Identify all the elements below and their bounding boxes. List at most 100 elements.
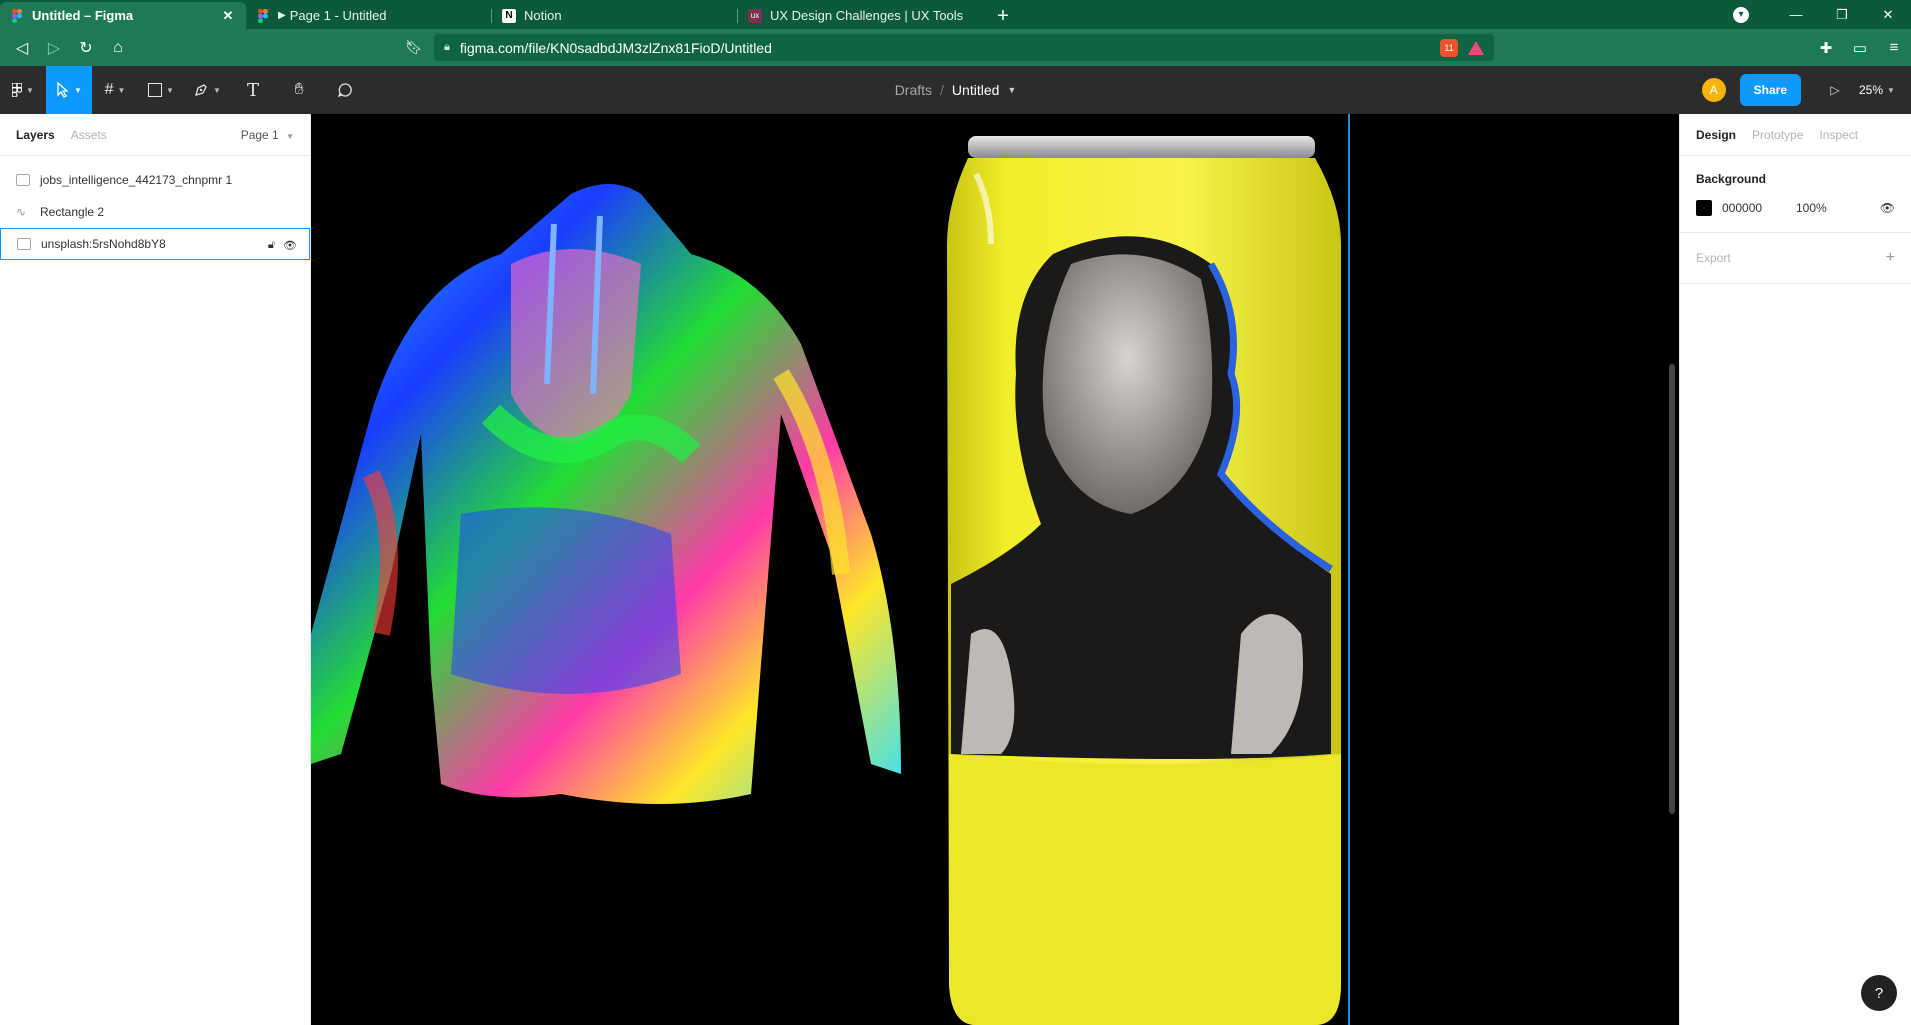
soda-can-image[interactable] [947, 136, 1341, 1025]
avatar[interactable]: A [1701, 78, 1726, 102]
breadcrumb-separator: / [940, 82, 944, 98]
breadcrumb-folder[interactable]: Drafts [895, 82, 932, 98]
minimize-icon[interactable]: — [1773, 7, 1819, 22]
new-tab-button[interactable]: + [990, 3, 1016, 29]
background-section: Background 000000 100% 👁︎ [1680, 156, 1911, 233]
figma-toolbar: ▼ ▼ # ▼ ▼ ▼ T ✋︎ Drafts / Untitled ▼ A S… [0, 66, 1911, 114]
play-icon: ▶ [278, 10, 286, 21]
browser-tab-figma-page1[interactable]: ▶ Page 1 - Untitled [246, 2, 492, 29]
forward-icon[interactable]: ▷ [38, 32, 70, 64]
tab-assets[interactable]: Assets [71, 128, 107, 142]
back-icon[interactable]: ◁ [6, 32, 38, 64]
tab-design[interactable]: Design [1696, 128, 1736, 142]
zoom-menu[interactable]: 25% ▼ [1859, 83, 1911, 97]
figma-icon [256, 8, 270, 23]
vector-layer-icon: ∿ [16, 205, 27, 219]
tab-title: Notion [524, 8, 562, 23]
profile-menu-icon[interactable]: ▾ [1733, 6, 1749, 23]
page-name: Page 1 [240, 127, 279, 142]
chevron-down-icon: ▼ [117, 85, 126, 95]
background-heading: Background [1696, 172, 1767, 186]
url-field[interactable]: 🔒︎ figma.com/file/KN0sadbdJM3zlZnx81FioD… [434, 34, 1494, 61]
brave-rewards-icon[interactable] [1468, 40, 1484, 55]
hand-tool-button[interactable]: ✋︎ [276, 66, 322, 114]
tab-inspect[interactable]: Inspect [1819, 128, 1858, 142]
reload-icon[interactable]: ↻ [70, 32, 102, 64]
unlock-icon[interactable]: 🔓︎ [268, 239, 275, 252]
notion-icon: N [502, 8, 516, 23]
wallet-icon[interactable]: ▭ [1843, 39, 1877, 57]
cursor-arrow-icon [57, 82, 69, 98]
left-panel-tabs: Layers Assets Page 1 ▼ [0, 114, 310, 156]
move-tool-button[interactable]: ▼ [46, 66, 92, 114]
text-icon: T [246, 79, 259, 101]
image-layer-icon [17, 238, 31, 250]
share-button[interactable]: Share [1739, 74, 1801, 106]
background-opacity-input[interactable]: 100% [1796, 201, 1827, 215]
tab-prototype[interactable]: Prototype [1752, 128, 1803, 142]
image-layer-icon [16, 174, 30, 186]
frame-tool-button[interactable]: # ▼ [92, 66, 138, 114]
extensions-icon[interactable]: ✚ [1809, 39, 1843, 57]
uxtools-icon: ux [748, 8, 762, 23]
eye-icon[interactable]: 👁︎ [283, 239, 297, 252]
tab-layers[interactable]: Layers [16, 128, 55, 142]
layer-item-selected[interactable]: unsplash:5rsNohd8bY8 🔓︎ 👁︎ [0, 228, 310, 260]
canvas-scrollbar[interactable] [1669, 364, 1675, 814]
export-heading: Export [1696, 251, 1731, 265]
zoom-level: 25% [1859, 83, 1884, 97]
chevron-down-icon: ▼ [74, 85, 82, 95]
pen-tool-button[interactable]: ▼ [184, 66, 230, 114]
vertical-guide-line[interactable] [1348, 114, 1350, 1025]
present-play-icon[interactable]: ▷ [1821, 83, 1849, 97]
page-selector[interactable]: Page 1 ▼ [241, 128, 294, 142]
comment-tool-button[interactable] [322, 66, 368, 114]
tab-title: UX Design Challenges | UX Tools [770, 8, 964, 23]
hand-icon: ✋︎ [294, 81, 304, 98]
layer-item[interactable]: jobs_intelligence_442173_chnpmr 1 [0, 164, 310, 196]
help-button[interactable]: ? [1861, 975, 1897, 1011]
background-color-swatch[interactable] [1696, 200, 1712, 216]
chevron-down-icon[interactable]: ▼ [1007, 85, 1016, 95]
eye-icon[interactable]: 👁︎ [1880, 201, 1895, 215]
browser-tab-notion[interactable]: N Notion [492, 2, 738, 29]
comment-icon [337, 83, 352, 98]
text-tool-button[interactable]: T [230, 66, 276, 114]
chevron-down-icon: ▼ [26, 85, 34, 95]
background-hex-input[interactable]: 000000 [1722, 201, 1796, 215]
browser-tab-strip: Untitled – Figma ✕ ▶ Page 1 - Untitled N… [0, 0, 1911, 29]
close-tab-icon[interactable]: ✕ [220, 8, 236, 24]
add-export-icon[interactable]: + [1886, 249, 1895, 267]
tab-title: Page 1 - Untitled [289, 8, 387, 23]
chevron-down-icon: ▼ [286, 131, 294, 141]
figma-icon [10, 8, 24, 23]
figma-logo-icon [12, 83, 23, 97]
hoodie-image[interactable] [311, 184, 901, 804]
browser-tab-uxtools[interactable]: ux UX Design Challenges | UX Tools [738, 2, 984, 29]
home-icon[interactable]: ⌂ [102, 32, 134, 64]
lock-icon: 🔒︎ [444, 41, 450, 53]
background-fill-row: 000000 100% 👁︎ [1696, 200, 1895, 216]
browser-tab-figma-untitled[interactable]: Untitled – Figma ✕ [0, 2, 246, 29]
right-panel-tabs: Design Prototype Inspect [1680, 114, 1911, 156]
browser-menu-icon[interactable]: ≡ [1877, 39, 1911, 56]
rectangle-icon [148, 83, 163, 97]
layer-item[interactable]: ∿ Rectangle 2 [0, 196, 310, 228]
url-text: figma.com/file/KN0sadbdJM3zlZnx81FioD/Un… [459, 39, 772, 56]
frame-icon: # [104, 81, 114, 98]
bookmark-icon[interactable]: 🔖︎ [402, 39, 426, 56]
restore-icon[interactable]: ❐ [1819, 7, 1865, 23]
close-window-icon[interactable]: ✕ [1865, 7, 1911, 23]
file-name[interactable]: Untitled [952, 82, 999, 98]
main-menu-button[interactable]: ▼ [0, 66, 46, 114]
layer-list: jobs_intelligence_442173_chnpmr 1 ∿ Rect… [0, 156, 310, 260]
layers-panel: Layers Assets Page 1 ▼ jobs_intelligence… [0, 114, 311, 1025]
address-bar: ◁ ▷ ↻ ⌂ 🔖︎ 🔒︎ figma.com/file/KN0sadbdJM3… [0, 29, 1911, 66]
canvas[interactable] [311, 114, 1679, 1025]
layer-name: jobs_intelligence_442173_chnpmr 1 [40, 173, 233, 187]
browser-actions: ✚ ▭ ≡ [1809, 29, 1911, 66]
chevron-down-icon: ▼ [166, 85, 174, 95]
chevron-down-icon: ▼ [213, 85, 221, 95]
brave-shields-icon[interactable]: 11 [1440, 38, 1458, 57]
shape-tool-button[interactable]: ▼ [138, 66, 184, 114]
